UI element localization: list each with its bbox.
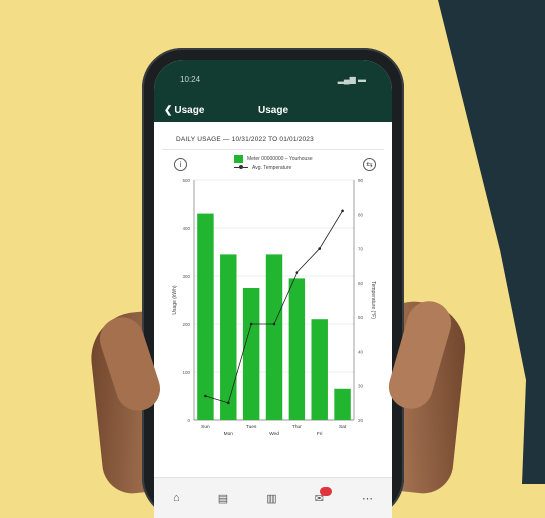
y-tick-label: 500	[182, 178, 190, 183]
x-tick-label: Mon	[224, 431, 234, 437]
temperature-point	[341, 209, 344, 213]
x-tick-label: Sat	[339, 424, 347, 430]
usage-bar	[288, 278, 306, 420]
temperature-point	[226, 401, 230, 405]
nav-bar: ❮ Usage Usage	[154, 98, 392, 122]
signal-icon: ▂▄▆	[337, 74, 356, 84]
y2-axis-title: Temperature (°F)	[370, 281, 376, 319]
temperature-point	[272, 322, 276, 326]
y2-tick-label: 50	[358, 315, 364, 320]
notification-badge	[319, 486, 332, 496]
phone-screen: 10:24 ▂▄▆ ▬ ❮ Usage Usage DAILY USAGE — …	[154, 60, 392, 518]
x-tick-label: Thur	[292, 424, 302, 430]
temperature-point	[295, 271, 299, 274]
y-tick-label: 0	[187, 418, 190, 423]
y-tick-label: 200	[182, 322, 190, 327]
y2-tick-label: 30	[358, 384, 364, 389]
y-axis-title: Usage (kWh)	[172, 285, 178, 315]
usage-icon[interactable]: ▥	[266, 492, 276, 505]
usage-bar	[220, 254, 237, 420]
bottom-tab-bar: ⌂ ▤ ▥ ✉ ⋯	[154, 477, 392, 518]
y2-tick-label: 40	[358, 349, 364, 354]
y2-tick-label: 60	[358, 281, 364, 286]
page-title: Usage	[257, 104, 288, 116]
temperature-point	[318, 247, 322, 250]
home-icon[interactable]: ⌂	[173, 492, 180, 504]
status-time: 10:24	[180, 74, 201, 84]
x-tick-label: Tues	[246, 424, 257, 430]
y-tick-label: 300	[182, 274, 190, 279]
usage-bar	[197, 213, 214, 420]
usage-bar	[311, 319, 328, 420]
x-tick-label: Wed	[269, 431, 279, 437]
temperature-point	[204, 394, 207, 398]
usage-chart-card: i ⇆ Meter 00000000 – Yourhouse Avg. Temp…	[162, 149, 384, 450]
y2-tick-label: 20	[358, 418, 364, 423]
billing-icon[interactable]: ▤	[218, 492, 228, 505]
status-bar: 10:24 ▂▄▆ ▬	[154, 60, 392, 98]
battery-icon: ▬	[358, 74, 366, 84]
y2-tick-label: 80	[358, 212, 364, 217]
y-tick-label: 400	[182, 226, 190, 231]
usage-bar	[334, 388, 351, 420]
temperature-point	[249, 322, 253, 326]
status-icons: ▂▄▆ ▬	[338, 75, 366, 84]
x-tick-label: Fri	[317, 431, 323, 437]
usage-bar	[242, 288, 260, 420]
x-tick-label: Sun	[201, 424, 210, 430]
notifications-icon[interactable]: ✉	[315, 486, 332, 505]
more-icon[interactable]: ⋯	[362, 492, 373, 505]
y-tick-label: 100	[182, 370, 190, 375]
phone-device: 10:24 ▂▄▆ ▬ ❮ Usage Usage DAILY USAGE — …	[142, 48, 404, 518]
usage-bar-line-chart: 0 100 200 300 400 500 20 30 40 50 60 70 80 90 Usage (k…	[172, 178, 376, 437]
y2-tick-label: 70	[358, 247, 364, 252]
y2-tick-label: 90	[358, 178, 364, 183]
date-range-header: DAILY USAGE — 10/31/2022 TO 01/01/2023	[176, 136, 314, 143]
usage-bar	[265, 254, 283, 420]
